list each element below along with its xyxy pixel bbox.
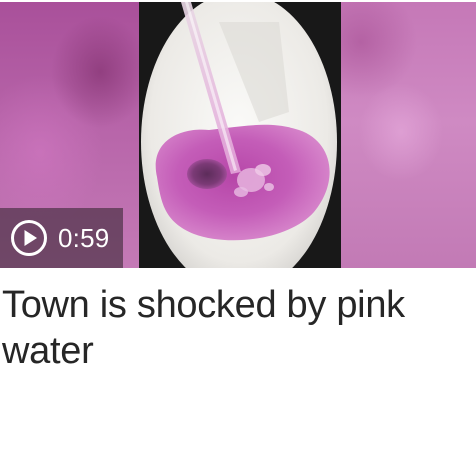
toilet-bowl-image xyxy=(139,2,341,268)
video-card: 0:59 Town is shocked by pink water xyxy=(0,0,476,474)
headline-link[interactable]: Town is shocked by pink water xyxy=(2,282,472,374)
video-frame xyxy=(139,2,341,268)
play-circle-icon[interactable] xyxy=(10,219,48,257)
video-thumbnail[interactable]: 0:59 xyxy=(0,2,476,268)
play-duration-badge[interactable]: 0:59 xyxy=(0,208,123,268)
blurred-backdrop-right xyxy=(341,2,476,268)
video-duration: 0:59 xyxy=(58,222,110,253)
